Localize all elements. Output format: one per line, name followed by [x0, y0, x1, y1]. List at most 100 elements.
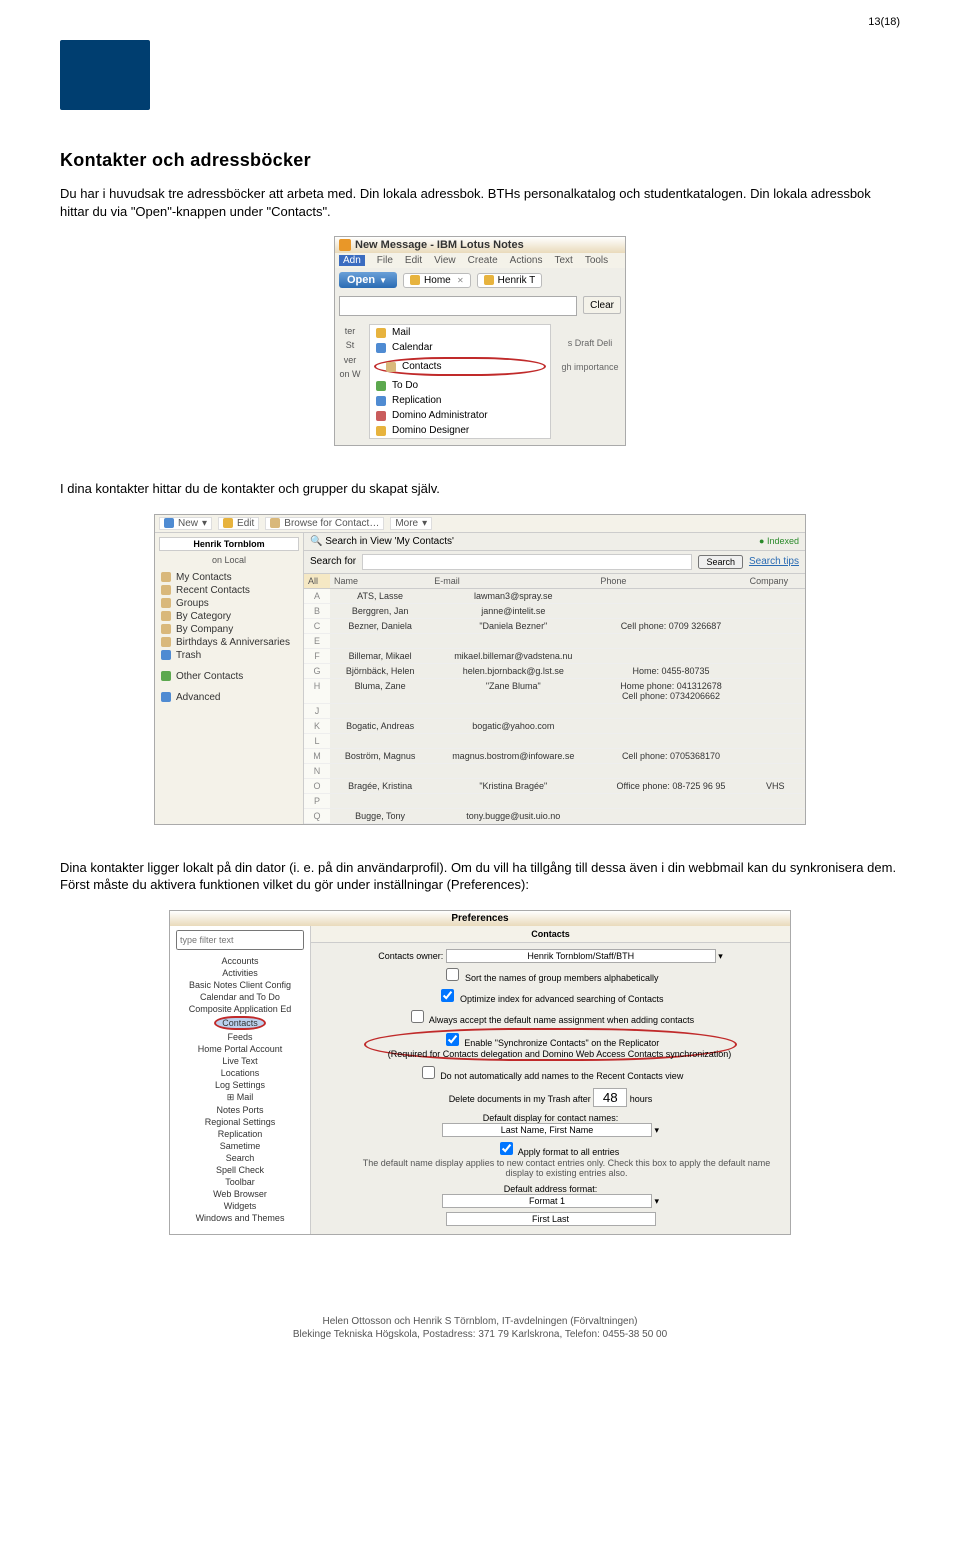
- table-row[interactable]: OBragée, Kristina"Kristina Bragée" Offic…: [304, 778, 805, 793]
- side-birthdays[interactable]: Birthdays & Anniversaries: [159, 636, 299, 649]
- recent-icon: [161, 585, 171, 595]
- tree-item[interactable]: Toolbar: [178, 1176, 302, 1188]
- open-search-input[interactable]: [339, 296, 577, 316]
- tab-home[interactable]: Home ✕: [403, 273, 471, 288]
- tree-item[interactable]: Replication: [178, 1128, 302, 1140]
- side-other[interactable]: Other Contacts: [159, 670, 299, 683]
- tree-item[interactable]: Spell Check: [178, 1164, 302, 1176]
- tree-item[interactable]: Windows and Themes: [178, 1212, 302, 1224]
- table-row[interactable]: L: [304, 733, 805, 748]
- cb-apply[interactable]: [500, 1142, 513, 1155]
- tree-item[interactable]: Regional Settings: [178, 1116, 302, 1128]
- owner-select[interactable]: Henrik Tornblom/Staff/BTH: [446, 949, 716, 963]
- col-email[interactable]: E-mail: [430, 574, 596, 589]
- home-icon: [410, 275, 420, 285]
- side-mycontacts[interactable]: My Contacts: [159, 571, 299, 584]
- col-name[interactable]: Name: [330, 574, 430, 589]
- trash-hours-input[interactable]: [593, 1088, 627, 1107]
- menu-tools[interactable]: Tools: [585, 255, 608, 266]
- table-row[interactable]: HBluma, Zane"Zane Bluma" Home phone: 041…: [304, 678, 805, 703]
- tree-item[interactable]: Activities: [178, 967, 302, 979]
- paragraph-1: Du har i huvudsak tre adressböcker att a…: [60, 185, 900, 220]
- clear-button[interactable]: Clear: [583, 296, 621, 314]
- tree-item[interactable]: Widgets: [178, 1200, 302, 1212]
- admin-icon: [376, 411, 386, 421]
- open-button[interactable]: Open: [339, 272, 397, 288]
- tree-item[interactable]: ⊞ Mail: [178, 1091, 302, 1104]
- tb-more[interactable]: More ▾: [390, 517, 432, 530]
- tree-item[interactable]: Search: [178, 1152, 302, 1164]
- cb-sync[interactable]: [446, 1033, 459, 1046]
- tb-new[interactable]: New ▾: [159, 517, 212, 530]
- side-groups[interactable]: Groups: [159, 597, 299, 610]
- cb-optimize[interactable]: [441, 989, 454, 1002]
- calendar-icon: [376, 343, 386, 353]
- tree-item[interactable]: Feeds: [178, 1031, 302, 1043]
- col-phone[interactable]: Phone: [596, 574, 745, 589]
- contacts-icon: [386, 362, 396, 372]
- new-icon: [164, 518, 174, 528]
- filter-input[interactable]: [176, 930, 304, 950]
- tb-edit[interactable]: Edit: [218, 517, 259, 530]
- search-tips[interactable]: Search tips: [749, 556, 799, 567]
- menu-todo[interactable]: To Do: [370, 378, 550, 393]
- menu-actions[interactable]: Actions: [510, 255, 543, 266]
- table-row[interactable]: AATS, Lasselawman3@spray.se: [304, 588, 805, 603]
- tb-browse[interactable]: Browse for Contact…: [265, 517, 384, 530]
- addr-select[interactable]: Format 1: [442, 1194, 652, 1208]
- cb-accept[interactable]: [411, 1010, 424, 1023]
- tree-item[interactable]: Calendar and To Do: [178, 991, 302, 1003]
- menu-domino-designer[interactable]: Domino Designer: [370, 423, 550, 438]
- menu-replication[interactable]: Replication: [370, 393, 550, 408]
- tree-item[interactable]: Log Settings: [178, 1079, 302, 1091]
- search-input[interactable]: [362, 554, 692, 570]
- menu-file[interactable]: File: [377, 255, 393, 266]
- side-title: Henrik Tornblom: [159, 537, 299, 551]
- tree-item[interactable]: Live Text: [178, 1055, 302, 1067]
- notes-icon: [339, 239, 351, 251]
- pref-title: Preferences: [170, 911, 790, 926]
- menu-text[interactable]: Text: [554, 255, 572, 266]
- search-button[interactable]: Search: [698, 555, 743, 569]
- table-row[interactable]: CBezner, Daniela"Daniela Bezner" Cell ph…: [304, 618, 805, 633]
- table-row[interactable]: P: [304, 793, 805, 808]
- table-row[interactable]: E: [304, 633, 805, 648]
- menu-contacts[interactable]: Contacts: [380, 359, 540, 374]
- side-bycomp[interactable]: By Company: [159, 623, 299, 636]
- tree-item[interactable]: Home Portal Account: [178, 1043, 302, 1055]
- cb-sort[interactable]: [446, 968, 459, 981]
- tree-item[interactable]: Locations: [178, 1067, 302, 1079]
- tree-item[interactable]: Sametime: [178, 1140, 302, 1152]
- tree-item[interactable]: Composite Application Ed: [178, 1003, 302, 1015]
- table-row[interactable]: FBillemar, Mikaelmikael.billemar@vadsten…: [304, 648, 805, 663]
- tree-item[interactable]: Contacts: [178, 1015, 302, 1031]
- table-row[interactable]: MBoström, Magnusmagnus.bostrom@infoware.…: [304, 748, 805, 763]
- menu-calendar[interactable]: Calendar: [370, 340, 550, 355]
- menu-domino-admin[interactable]: Domino Administrator: [370, 408, 550, 423]
- tree-item[interactable]: Accounts: [178, 955, 302, 967]
- side-bycat[interactable]: By Category: [159, 610, 299, 623]
- menu-view[interactable]: View: [434, 255, 456, 266]
- menu-create[interactable]: Create: [468, 255, 498, 266]
- tab-user[interactable]: Henrik T: [477, 273, 543, 288]
- side-recent[interactable]: Recent Contacts: [159, 584, 299, 597]
- side-advanced[interactable]: Advanced: [159, 691, 299, 704]
- footer-line-2: Blekinge Tekniska Högskola, Postadress: …: [60, 1328, 900, 1341]
- table-row[interactable]: N: [304, 763, 805, 778]
- table-row[interactable]: KBogatic, Andreasbogatic@yahoo.com: [304, 718, 805, 733]
- col-company[interactable]: Company: [746, 574, 805, 589]
- cb-norecent[interactable]: [422, 1066, 435, 1079]
- tree-item[interactable]: Web Browser: [178, 1188, 302, 1200]
- table-row[interactable]: BBerggren, Janjanne@intelit.se: [304, 603, 805, 618]
- table-row[interactable]: QBugge, Tonytony.bugge@usit.uio.no: [304, 808, 805, 823]
- contacts-table: All Name E-mail Phone Company AATS, Lass…: [304, 574, 805, 824]
- side-trash[interactable]: Trash: [159, 649, 299, 662]
- table-row[interactable]: GBjörnbäck, Helenhelen.bjornback@g.lst.s…: [304, 663, 805, 678]
- indexed-label: ● Indexed: [759, 536, 799, 546]
- table-row[interactable]: J: [304, 703, 805, 718]
- tree-item[interactable]: Notes Ports: [178, 1104, 302, 1116]
- menu-edit[interactable]: Edit: [405, 255, 422, 266]
- tree-item[interactable]: Basic Notes Client Config: [178, 979, 302, 991]
- menu-mail[interactable]: Mail: [370, 325, 550, 340]
- disp-select[interactable]: Last Name, First Name: [442, 1123, 652, 1137]
